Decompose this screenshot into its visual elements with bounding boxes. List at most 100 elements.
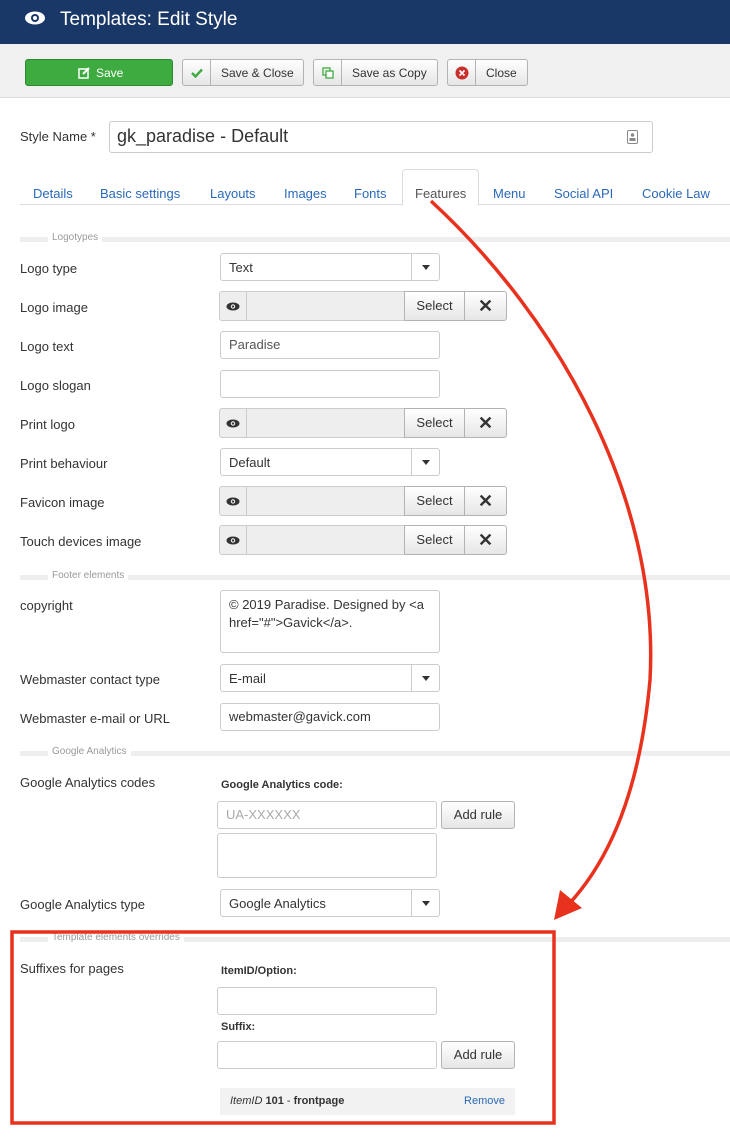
webmaster-type-select[interactable]: E-mail [220, 664, 440, 692]
save-copy-button[interactable]: Save as Copy [313, 59, 438, 86]
section-ga: Google Analytics [20, 745, 730, 759]
chevron-down-icon [411, 890, 439, 916]
tab-fonts[interactable]: Fonts [354, 186, 387, 201]
preview-eye-icon[interactable] [219, 486, 247, 516]
tab-layouts[interactable]: Layouts [210, 186, 256, 201]
tab-details[interactable]: Details [33, 186, 73, 201]
print-logo-label: Print logo [20, 417, 75, 432]
webmaster-type-label: Webmaster contact type [20, 672, 160, 687]
logo-slogan-input[interactable] [220, 370, 440, 398]
close-button[interactable]: Close [447, 59, 528, 86]
suffix-sublabel: Suffix: [221, 1021, 256, 1033]
close-icon[interactable]: ✕ [464, 486, 507, 516]
close-icon[interactable]: ✕ [464, 525, 507, 555]
close-icon[interactable]: ✕ [464, 291, 507, 321]
print-logo-media-field: Select ✕ [219, 408, 508, 438]
suffix-input[interactable] [217, 1041, 437, 1069]
tab-cookie-law[interactable]: Cookie Law [642, 186, 710, 201]
preview-eye-icon[interactable] [219, 408, 247, 438]
webmaster-email-label: Webmaster e-mail or URL [20, 711, 171, 726]
section-overrides: Template elements overrides [20, 931, 730, 945]
copyright-line-1: © 2019 Paradise. Designed by <a [229, 597, 424, 612]
tab-basic-settings[interactable]: Basic settings [100, 186, 180, 201]
ga-type-label: Google Analytics type [20, 897, 146, 912]
favicon-image-label: Favicon image [20, 495, 105, 510]
copyright-line-2: href="#">Gavick</a>. [229, 615, 353, 630]
close-icon[interactable]: ✕ [464, 408, 507, 438]
chevron-down-icon [411, 665, 439, 691]
touch-image-select-button[interactable]: Select [404, 525, 465, 555]
touch-image-path[interactable] [246, 525, 405, 555]
style-name-label: Style Name * [20, 129, 96, 144]
save-button[interactable]: Save [25, 59, 173, 86]
save-close-button[interactable]: Save & Close [182, 59, 304, 86]
save-button-label: Save [96, 66, 124, 80]
suffix-rule-row: ItemID 101 - frontpage Remove [220, 1088, 515, 1115]
toolbar: Save Save & Close Save as Copy Close [0, 44, 730, 98]
close-circle-icon [448, 60, 476, 85]
preview-eye-icon[interactable] [219, 525, 247, 555]
itemid-input[interactable] [217, 987, 437, 1015]
ga-add-rule-button[interactable]: Add rule [441, 801, 515, 829]
section-ga-label: Google Analytics [48, 745, 131, 759]
style-name-value: gk_paradise - Default [117, 126, 289, 146]
logo-type-select[interactable]: Text [220, 253, 440, 281]
copy-icon [314, 60, 342, 85]
ga-type-select[interactable]: Google Analytics [220, 889, 440, 917]
logo-text-label: Logo text [20, 339, 74, 354]
contact-card-icon [627, 130, 638, 144]
favicon-media-field: Select ✕ [219, 486, 508, 516]
tab-menu[interactable]: Menu [493, 186, 526, 201]
print-logo-select-button[interactable]: Select [404, 408, 465, 438]
logo-text-input[interactable]: Paradise [220, 331, 440, 359]
tab-social-api[interactable]: Social API [554, 186, 613, 201]
chevron-down-icon [411, 254, 439, 280]
section-footer: Footer elements [20, 569, 730, 583]
logo-slogan-label: Logo slogan [20, 378, 91, 393]
close-label: Close [486, 66, 517, 80]
ga-codes-label: Google Analytics codes [20, 775, 156, 790]
ga-code-input[interactable]: UA-XXXXXX [217, 801, 437, 829]
favicon-path[interactable] [246, 486, 405, 516]
print-behaviour-value: Default [229, 455, 271, 470]
suffix-add-rule-button[interactable]: Add rule [441, 1041, 515, 1069]
favicon-select-button[interactable]: Select [404, 486, 465, 516]
ga-code-sublabel: Google Analytics code: [221, 779, 343, 791]
itemid-sublabel: ItemID/Option: [221, 965, 297, 977]
app-header: Templates: Edit Style [0, 0, 730, 44]
logo-image-path[interactable] [246, 291, 405, 321]
logo-image-media-field: Select ✕ [219, 291, 508, 321]
edit-icon [78, 67, 90, 79]
preview-eye-icon[interactable] [219, 291, 247, 321]
section-footer-label: Footer elements [48, 569, 129, 583]
tab-images[interactable]: Images [284, 186, 327, 201]
suffix-rule-text: ItemID 101 - frontpage [230, 1095, 344, 1107]
webmaster-type-value: E-mail [229, 671, 266, 686]
check-icon [183, 60, 211, 85]
save-copy-label: Save as Copy [352, 66, 427, 80]
arrow-head-icon [554, 890, 582, 920]
style-name-input[interactable]: gk_paradise - Default [109, 121, 653, 153]
ga-type-value: Google Analytics [229, 896, 326, 911]
rule-separator: - [286, 1095, 291, 1107]
suffix-rule-remove-link[interactable]: Remove [464, 1095, 505, 1107]
section-logotypes-label: Logotypes [48, 231, 103, 245]
print-behaviour-select[interactable]: Default [220, 448, 440, 476]
print-behaviour-label: Print behaviour [20, 456, 108, 471]
copyright-textarea[interactable]: © 2019 Paradise. Designed by <a href="#"… [220, 590, 440, 653]
touch-image-media-field: Select ✕ [219, 525, 508, 555]
save-close-label: Save & Close [221, 66, 294, 80]
page-title: Templates: Edit Style [60, 9, 238, 30]
suffixes-label: Suffixes for pages [20, 961, 124, 976]
rule-suffix: frontpage [293, 1095, 345, 1107]
copyright-label: copyright [20, 598, 73, 613]
webmaster-email-input[interactable]: webmaster@gavick.com [220, 703, 440, 731]
tab-features[interactable]: Features [415, 186, 466, 201]
logo-image-select-button[interactable]: Select [404, 291, 465, 321]
rule-prefix: ItemID [230, 1095, 263, 1107]
ga-rules-textarea[interactable] [217, 833, 437, 878]
logo-image-label: Logo image [20, 300, 88, 315]
print-logo-path[interactable] [246, 408, 405, 438]
chevron-down-icon [411, 449, 439, 475]
logo-type-label: Logo type [20, 261, 78, 276]
